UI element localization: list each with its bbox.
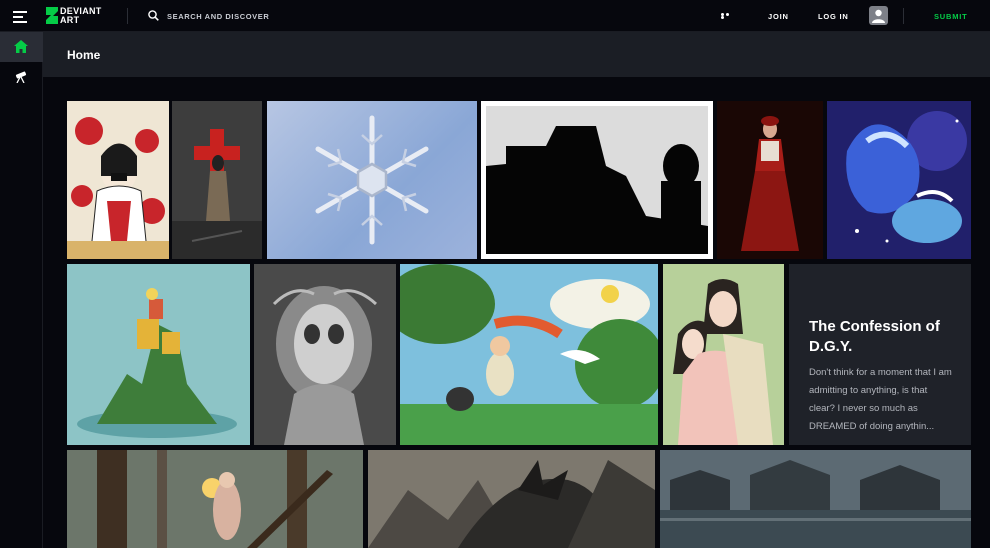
artwork-image (172, 101, 262, 259)
artwork-thumbnail[interactable] (172, 101, 262, 259)
search-input[interactable] (167, 9, 327, 23)
top-bar: DEVIANT ART JOIN LOG IN SUBMIT (0, 0, 990, 32)
artwork-thumbnail[interactable] (827, 101, 971, 259)
artwork-image (663, 264, 784, 445)
top-divider-right (903, 8, 904, 24)
search-bar[interactable] (148, 9, 328, 23)
search-icon (148, 10, 159, 21)
menu-icon[interactable] (13, 11, 27, 23)
artwork-image (400, 264, 658, 445)
artwork-image (717, 101, 823, 259)
gallery: The Confession of D.G.Y. Don't think for… (43, 77, 990, 548)
logo-text: DEVIANT ART (60, 6, 102, 25)
artwork-thumbnail[interactable] (267, 101, 477, 259)
artwork-image (67, 264, 250, 445)
artwork-image (67, 450, 363, 548)
artwork-image (368, 450, 655, 548)
artwork-thumbnail[interactable] (254, 264, 396, 445)
artwork-thumbnail[interactable] (67, 450, 363, 548)
more-options-icon[interactable] (721, 13, 733, 19)
logo-mark-icon (46, 7, 58, 24)
artwork-image (67, 101, 169, 259)
artwork-thumbnail[interactable] (400, 264, 658, 445)
avatar[interactable] (869, 6, 888, 25)
artwork-thumbnail[interactable] (67, 264, 250, 445)
submit-button[interactable]: SUBMIT (934, 12, 968, 21)
artwork-image (254, 264, 396, 445)
page-header: Home (43, 32, 990, 77)
home-icon (14, 40, 28, 53)
artwork-thumbnail[interactable] (67, 101, 169, 259)
telescope-icon (15, 71, 27, 83)
top-divider (127, 8, 128, 24)
deviantart-logo[interactable]: DEVIANT ART (46, 6, 136, 26)
artwork-image (827, 101, 971, 259)
login-link[interactable]: LOG IN (818, 12, 849, 21)
literature-card[interactable]: The Confession of D.G.Y. Don't think for… (789, 264, 971, 445)
sidebar-item-home[interactable] (0, 32, 43, 62)
sidebar (0, 32, 43, 548)
sidebar-item-watch[interactable] (0, 62, 43, 92)
artwork-thumbnail[interactable] (660, 450, 971, 548)
artwork-image (315, 115, 429, 245)
literature-title: The Confession of D.G.Y. (809, 318, 940, 355)
artwork-image (486, 106, 708, 254)
artwork-image (660, 450, 971, 548)
artwork-thumbnail[interactable] (481, 101, 713, 259)
page-title: Home (67, 48, 101, 62)
artwork-thumbnail[interactable] (663, 264, 784, 445)
literature-excerpt: Don't think for a moment that I am admit… (809, 367, 952, 432)
join-link[interactable]: JOIN (768, 12, 789, 21)
artwork-thumbnail[interactable] (368, 450, 655, 548)
artwork-thumbnail[interactable] (717, 101, 823, 259)
user-icon (872, 9, 885, 23)
